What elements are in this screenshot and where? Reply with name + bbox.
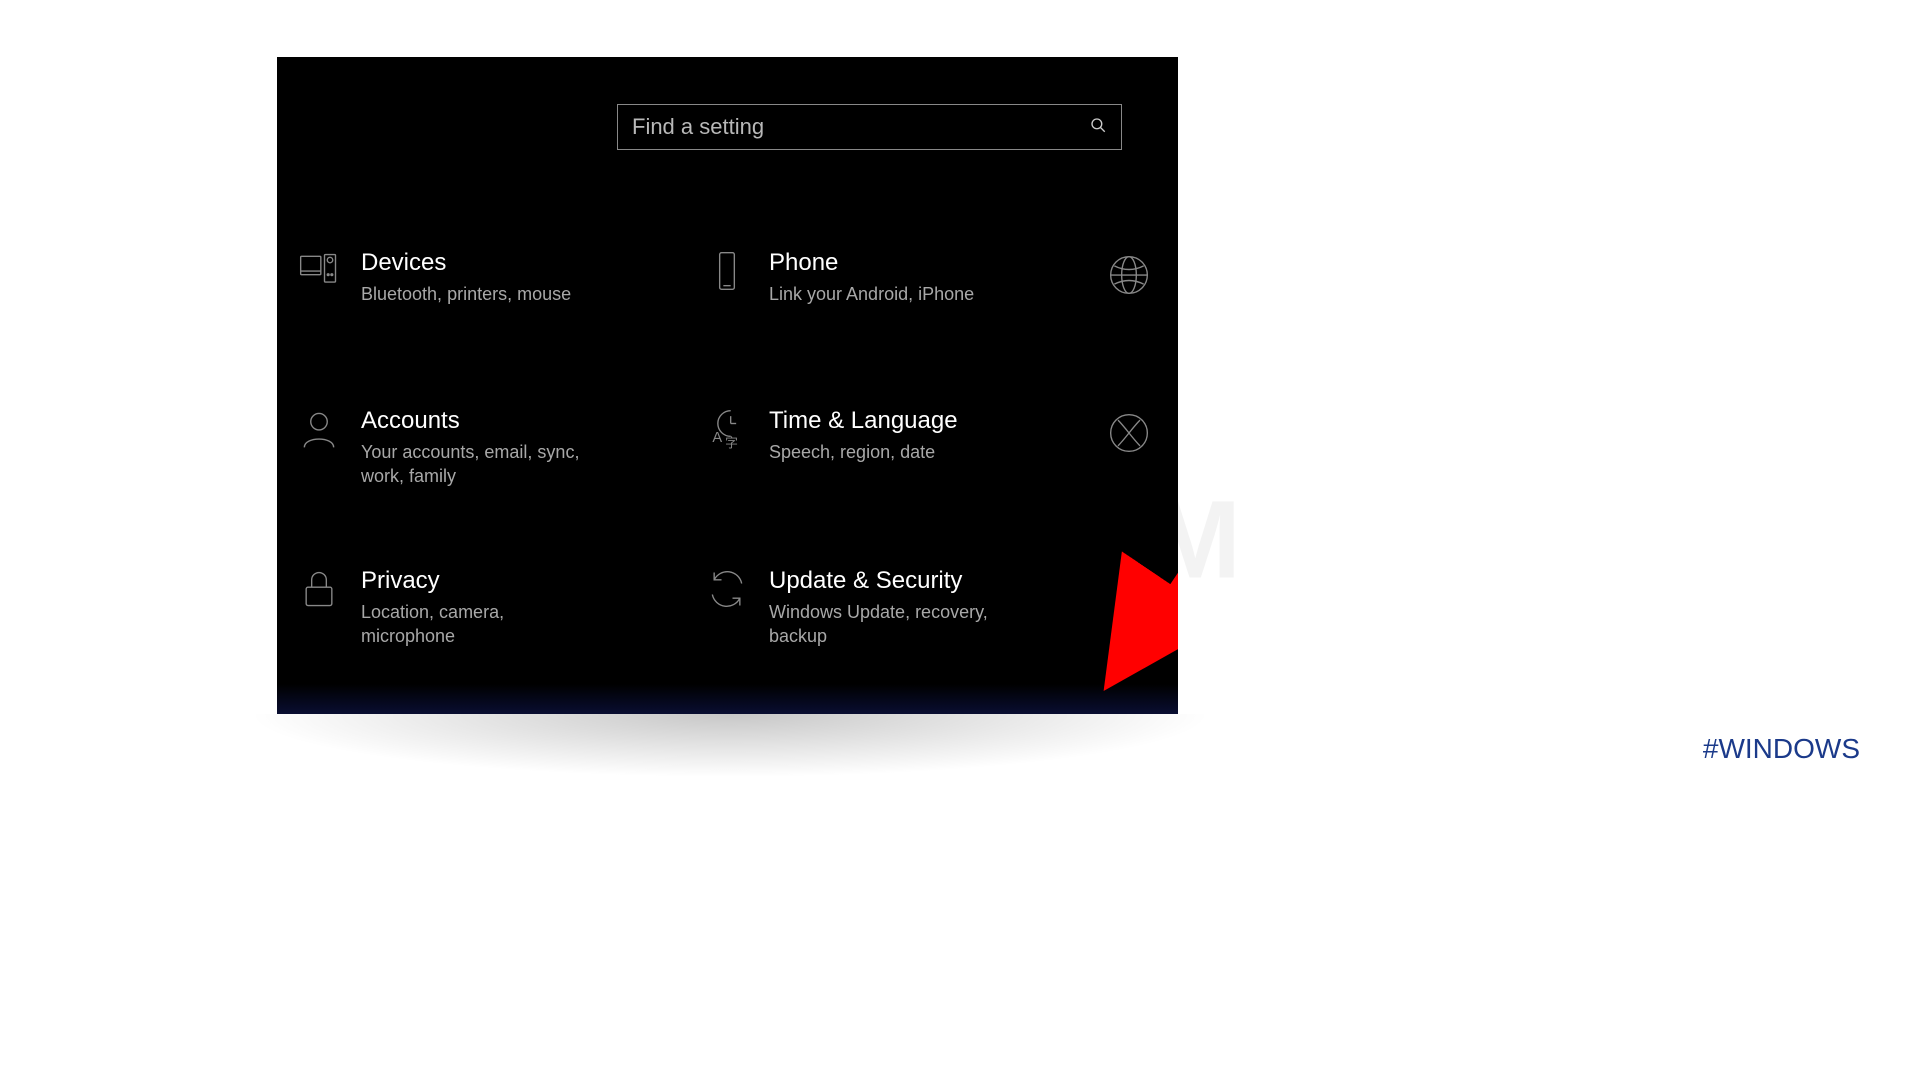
tile-title: Accounts	[361, 407, 591, 436]
hashtag-label: #WINDOWS	[1703, 733, 1860, 765]
settings-tile-phone[interactable]: Phone Link your Android, iPhone	[705, 249, 974, 306]
search-input[interactable]	[632, 114, 1089, 140]
settings-tile-accounts[interactable]: Accounts Your accounts, email, sync, wor…	[297, 407, 591, 488]
tile-title: Update & Security	[769, 567, 999, 596]
tile-desc: Link your Android, iPhone	[769, 282, 974, 306]
search-icon	[1089, 116, 1107, 139]
sync-icon	[705, 567, 749, 611]
search-container[interactable]	[617, 104, 1122, 150]
tile-desc: Location, camera, microphone	[361, 600, 591, 649]
settings-tile-time-language[interactable]: A 字 Time & Language Speech, region, date	[705, 407, 958, 464]
tile-title: Devices	[361, 249, 571, 278]
xbox-icon	[1107, 411, 1151, 455]
settings-tile-gaming[interactable]	[1107, 411, 1151, 455]
settings-window: Devices Bluetooth, printers, mouse Phone…	[277, 57, 1178, 714]
tile-desc: Your accounts, email, sync, work, family	[361, 440, 591, 489]
tile-title: Privacy	[361, 567, 591, 596]
globe-icon	[1107, 253, 1151, 297]
tile-desc: Windows Update, recovery, backup	[769, 600, 999, 649]
phone-icon	[705, 249, 749, 293]
tile-title: Phone	[769, 249, 974, 278]
settings-tile-network[interactable]	[1107, 253, 1151, 297]
settings-tile-privacy[interactable]: Privacy Location, camera, microphone	[297, 567, 591, 648]
window-shadow	[160, 714, 1300, 804]
lock-icon	[297, 567, 341, 611]
devices-icon	[297, 249, 341, 293]
settings-tile-devices[interactable]: Devices Bluetooth, printers, mouse	[297, 249, 571, 306]
bottom-glow	[277, 684, 1178, 714]
person-icon	[297, 407, 341, 451]
tile-title: Time & Language	[769, 407, 958, 436]
svg-text:字: 字	[725, 435, 738, 450]
tile-desc: Speech, region, date	[769, 440, 958, 464]
tile-desc: Bluetooth, printers, mouse	[361, 282, 571, 306]
svg-text:A: A	[712, 430, 722, 446]
time-language-icon: A 字	[705, 407, 749, 451]
settings-tile-update-security[interactable]: Update & Security Windows Update, recove…	[705, 567, 999, 648]
